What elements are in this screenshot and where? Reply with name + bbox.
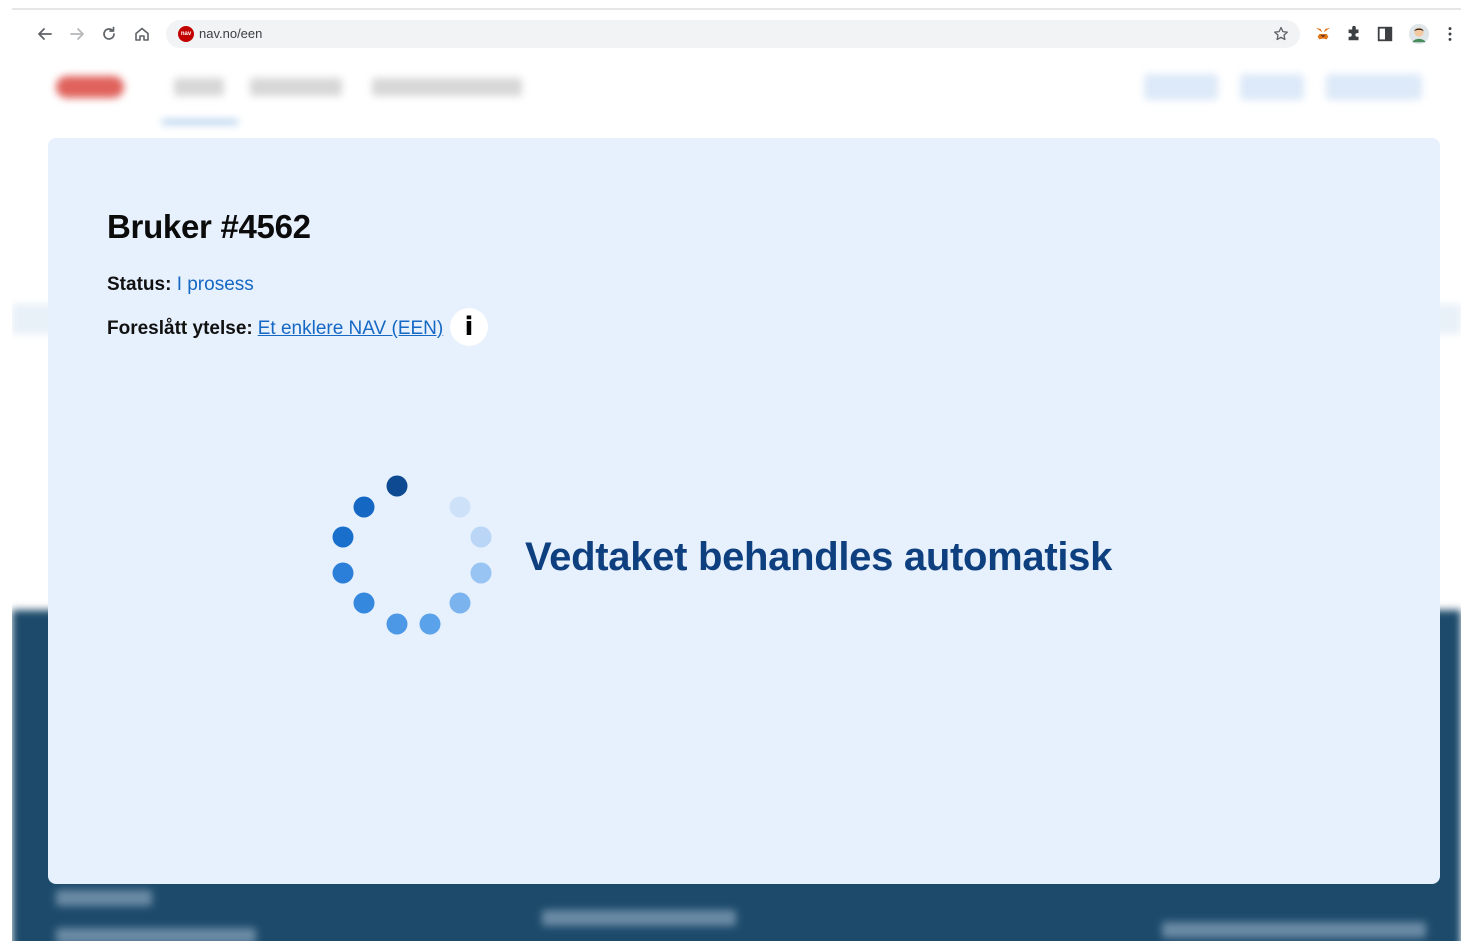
nav-favicon: nav xyxy=(178,26,194,42)
blurred-menu-item xyxy=(372,78,522,96)
puzzle-icon[interactable] xyxy=(1343,23,1365,45)
browser-toolbar: nav nav.no/een xyxy=(12,8,1461,54)
user-title: Bruker #4562 xyxy=(107,208,311,245)
spinner-dot xyxy=(353,496,375,518)
info-symbol: i xyxy=(464,312,474,342)
spinner-dot xyxy=(470,562,492,584)
profile-avatar[interactable] xyxy=(1408,23,1430,45)
blurred-header-button xyxy=(1240,74,1304,100)
url-text[interactable]: nav.no/een xyxy=(199,26,262,41)
home-icon xyxy=(135,27,149,41)
home-button[interactable] xyxy=(131,23,153,45)
star-icon[interactable] xyxy=(1272,25,1290,43)
forward-button[interactable] xyxy=(66,23,88,45)
blurred-header-button xyxy=(1144,74,1218,100)
blurred-menu-item xyxy=(250,78,342,96)
spinner-dot xyxy=(470,526,492,548)
spinner-dot xyxy=(449,496,471,518)
spinner-dot xyxy=(332,526,354,548)
spinner-dot xyxy=(419,613,441,635)
blurred-active-underline xyxy=(162,120,238,124)
address-bar[interactable]: nav nav.no/een xyxy=(166,20,1300,48)
back-button[interactable] xyxy=(34,23,56,45)
blurred-menu-item xyxy=(174,78,224,96)
spinner-dot xyxy=(332,562,354,584)
loading-spinner xyxy=(332,475,492,635)
kebab-menu-icon[interactable] xyxy=(1439,23,1461,45)
suggested-benefit-row: Foreslått ytelse: Et enklere NAV (EEN) xyxy=(107,318,443,340)
blurred-header-button xyxy=(1326,74,1422,100)
status-value: I prosess xyxy=(176,274,254,295)
case-status-card: Bruker #4562 Status: I prosess Foreslått… xyxy=(48,138,1440,884)
spinner-dot xyxy=(386,613,408,635)
back-icon xyxy=(38,28,52,40)
status-row: Status: I prosess xyxy=(107,274,254,296)
sidepanel-icon[interactable] xyxy=(1374,23,1396,45)
suggested-benefit-label: Foreslått ytelse: xyxy=(107,318,253,339)
spinner-dot xyxy=(353,592,375,614)
processing-message: Vedtaket behandles automatisk xyxy=(525,535,1113,579)
reload-button[interactable] xyxy=(98,23,120,45)
suggested-benefit-link[interactable]: Et enklere NAV (EEN) xyxy=(258,318,443,340)
forward-icon xyxy=(70,28,84,40)
info-icon[interactable]: i xyxy=(450,308,488,346)
reload-icon xyxy=(103,26,115,40)
status-label: Status: xyxy=(107,274,172,295)
blurred-logo xyxy=(56,76,124,98)
spinner-dot xyxy=(386,475,408,497)
metamask-icon[interactable] xyxy=(1312,23,1334,45)
spinner-dot xyxy=(449,592,471,614)
